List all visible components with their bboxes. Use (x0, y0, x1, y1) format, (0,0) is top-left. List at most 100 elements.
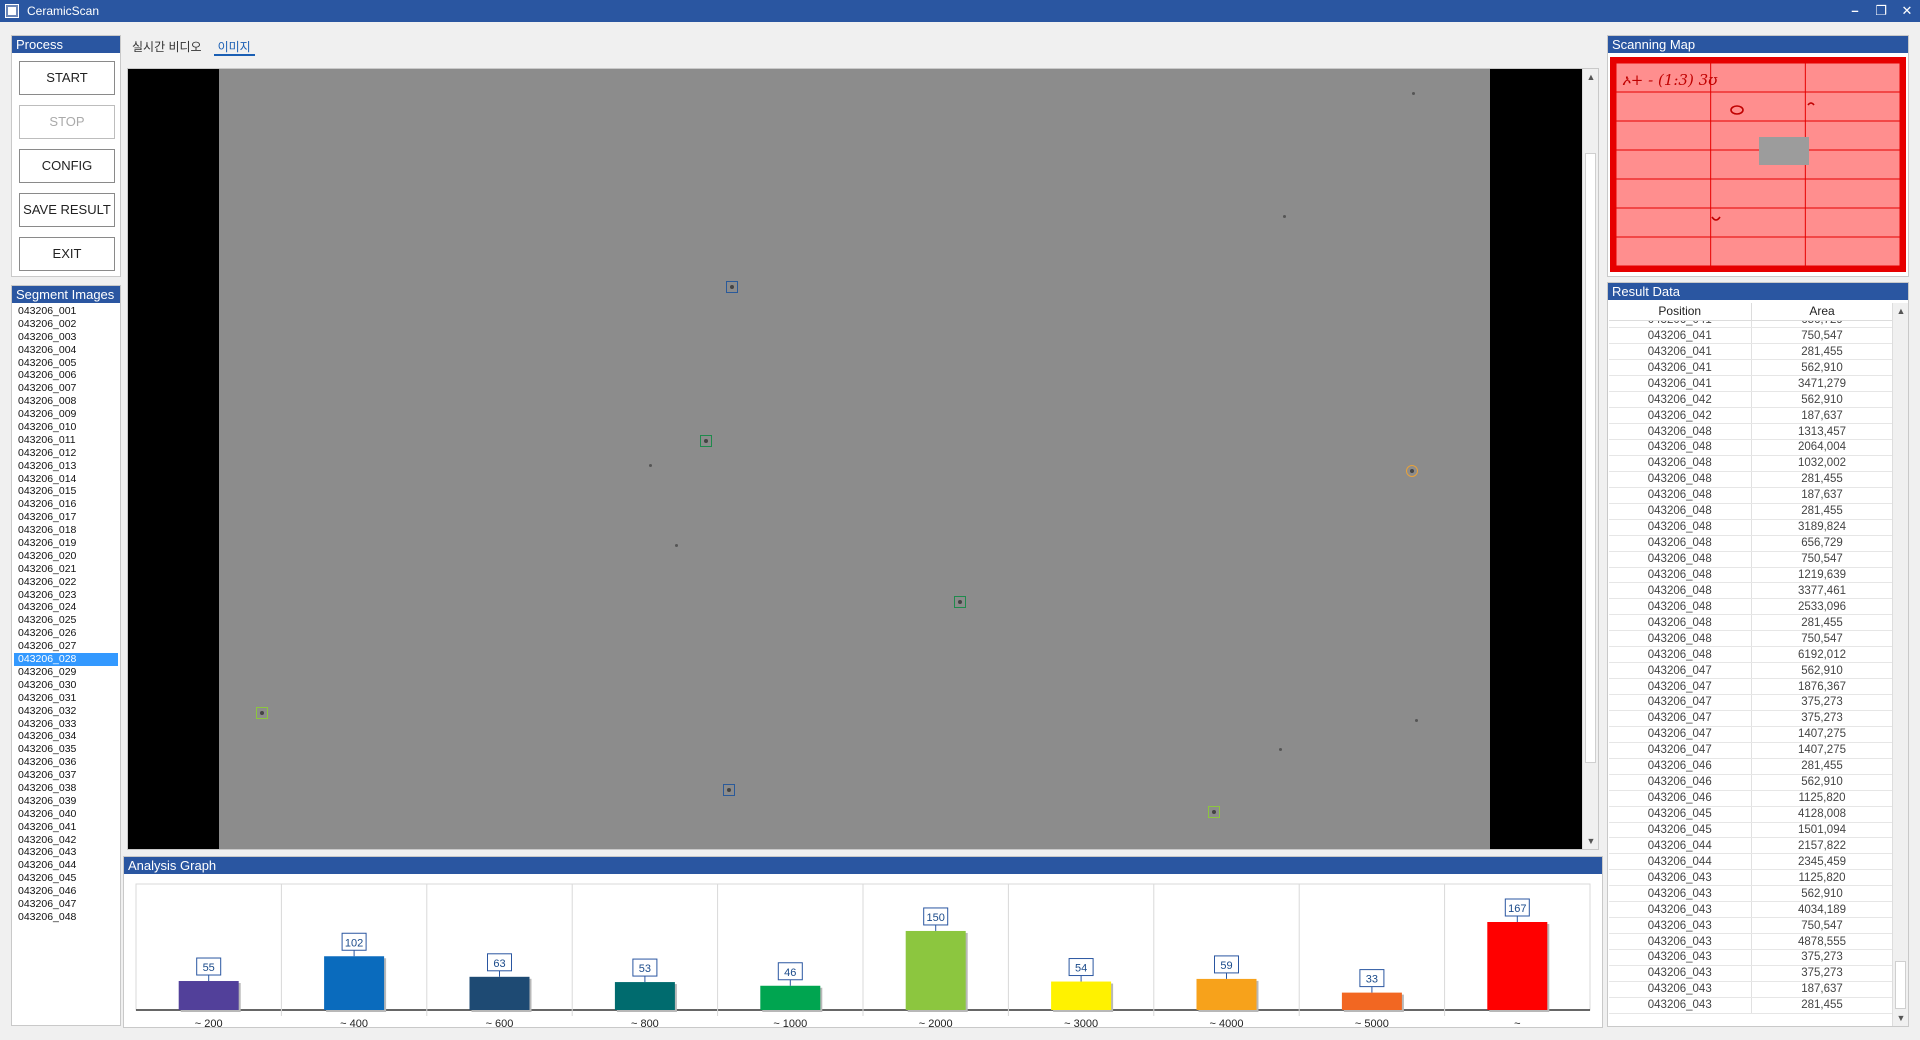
segment-list-item[interactable]: 043206_027 (14, 640, 118, 653)
table-row[interactable]: 043206_041 750,547 (1609, 327, 1893, 345)
defect-marker[interactable] (1406, 465, 1418, 477)
segment-list-item[interactable]: 043206_005 (14, 357, 118, 370)
table-row[interactable]: 043206_048 2533,096 (1609, 598, 1893, 616)
tab-live-video[interactable]: 실시간 비디오 (128, 34, 206, 56)
table-row[interactable]: 043206_042 562,910 (1609, 391, 1893, 409)
segment-list-item[interactable]: 043206_042 (14, 834, 118, 847)
segment-list-item[interactable]: 043206_014 (14, 473, 118, 486)
segment-list-item[interactable]: 043206_026 (14, 627, 118, 640)
bar[interactable] (614, 982, 675, 1010)
bar[interactable] (1341, 992, 1402, 1010)
table-row[interactable]: 043206_048 2064,004 (1609, 439, 1893, 456)
defect-marker[interactable] (726, 281, 738, 293)
table-row[interactable]: 043206_045 4128,008 (1609, 806, 1893, 823)
table-row[interactable]: 043206_043 750,547 (1609, 917, 1893, 935)
segment-list-item[interactable]: 043206_033 (14, 718, 118, 731)
table-row[interactable]: 043206_046 562,910 (1609, 774, 1893, 791)
restore-icon[interactable]: ❐ (1868, 0, 1894, 22)
tab-image[interactable]: 이미지 (213, 34, 255, 56)
segment-list-item[interactable]: 043206_017 (14, 511, 118, 524)
segment-list-item[interactable]: 043206_020 (14, 550, 118, 563)
table-row[interactable]: 043206_048 3377,461 (1609, 582, 1893, 600)
segment-list-item[interactable]: 043206_007 (14, 382, 118, 395)
exit-button[interactable]: EXIT (19, 237, 115, 271)
segment-list-item[interactable]: 043206_041 (14, 821, 118, 834)
scroll-up-icon[interactable]: ▲ (1893, 303, 1909, 319)
segment-list-item[interactable]: 043206_047 (14, 898, 118, 911)
table-row[interactable]: 043206_048 281,455 (1609, 503, 1893, 520)
table-row[interactable]: 043206_046 281,455 (1609, 758, 1893, 775)
table-row[interactable]: 043206_047 1407,275 (1609, 726, 1893, 743)
bar[interactable] (1051, 981, 1112, 1010)
segment-list-item[interactable]: 043206_003 (14, 331, 118, 344)
segment-list-item[interactable]: 043206_001 (14, 305, 118, 318)
table-row[interactable]: 043206_048 1219,639 (1609, 567, 1893, 584)
table-row[interactable]: 043206_044 2157,822 (1609, 837, 1893, 855)
table-row[interactable]: 043206_043 375,273 (1609, 949, 1893, 966)
segment-list-item[interactable]: 043206_025 (14, 614, 118, 627)
segment-list-item[interactable]: 043206_031 (14, 692, 118, 705)
segment-list-item[interactable]: 043206_044 (14, 859, 118, 872)
segment-list-item[interactable]: 043206_045 (14, 872, 118, 885)
segment-list-item[interactable]: 043206_048 (14, 911, 118, 924)
table-row[interactable]: 043206_042 187,637 (1609, 407, 1893, 425)
image-scrollbar[interactable]: ▲ ▼ (1582, 69, 1598, 849)
table-row[interactable]: 043206_041 562,910 (1609, 359, 1893, 377)
table-row[interactable]: 043206_041656,729 (1609, 321, 1893, 329)
defect-marker[interactable] (256, 707, 268, 719)
table-row[interactable]: 043206_041 281,455 (1609, 343, 1893, 361)
stop-button[interactable]: STOP (19, 105, 115, 139)
table-row[interactable]: 043206_043 4878,555 (1609, 933, 1893, 950)
bar[interactable] (905, 930, 966, 1010)
segment-list-item[interactable]: 043206_039 (14, 795, 118, 808)
table-row[interactable]: 043206_048 3189,824 (1609, 519, 1893, 536)
segment-list-item[interactable]: 043206_046 (14, 885, 118, 898)
table-row[interactable]: 043206_043 187,637 (1609, 981, 1893, 998)
segment-list-item[interactable]: 043206_010 (14, 421, 118, 434)
scroll-thumb[interactable] (1585, 153, 1596, 763)
segment-list-item[interactable]: 043206_038 (14, 782, 118, 795)
bar[interactable] (178, 981, 239, 1010)
scroll-down-icon[interactable]: ▼ (1893, 1010, 1909, 1026)
start-button[interactable]: START (19, 61, 115, 95)
scroll-up-icon[interactable]: ▲ (1583, 69, 1599, 85)
table-row[interactable]: 043206_048 6192,012 (1609, 646, 1893, 664)
segment-list-item[interactable]: 043206_018 (14, 524, 118, 537)
table-row[interactable]: 043206_043 562,910 (1609, 885, 1893, 903)
close-icon[interactable]: ✕ (1894, 0, 1920, 22)
table-row[interactable]: 043206_043 281,455 (1609, 997, 1893, 1014)
bar[interactable] (1196, 978, 1257, 1010)
table-row[interactable]: 043206_043 375,273 (1609, 965, 1893, 982)
segment-list-item[interactable]: 043206_035 (14, 743, 118, 756)
table-row[interactable]: 043206_048 1313,457 (1609, 423, 1893, 440)
table-row[interactable]: 043206_048 281,455 (1609, 471, 1893, 488)
segment-list-item[interactable]: 043206_034 (14, 730, 118, 743)
segment-list-item[interactable]: 043206_023 (14, 589, 118, 602)
table-row[interactable]: 043206_045 1501,094 (1609, 822, 1893, 839)
table-row[interactable]: 043206_048 750,547 (1609, 630, 1893, 648)
table-row[interactable]: 043206_047 562,910 (1609, 662, 1893, 680)
segment-list-item[interactable]: 043206_043 (14, 846, 118, 859)
table-row[interactable]: 043206_044 2345,459 (1609, 853, 1893, 871)
segment-list-item[interactable]: 043206_011 (14, 434, 118, 447)
column-header-area[interactable]: Area (1751, 303, 1894, 321)
segment-list-item[interactable]: 043206_032 (14, 705, 118, 718)
segment-list-item[interactable]: 043206_037 (14, 769, 118, 782)
defect-marker[interactable] (723, 784, 735, 796)
segment-list-item[interactable]: 043206_006 (14, 369, 118, 382)
config-button[interactable]: CONFIG (19, 149, 115, 183)
table-row[interactable]: 043206_048 187,637 (1609, 487, 1893, 504)
defect-marker[interactable] (1208, 806, 1220, 818)
table-row[interactable]: 043206_047 1876,367 (1609, 678, 1893, 695)
table-row[interactable]: 043206_047 1407,275 (1609, 742, 1893, 759)
table-row[interactable]: 043206_046 1125,820 (1609, 790, 1893, 807)
table-row[interactable]: 043206_047 375,273 (1609, 694, 1893, 711)
table-row[interactable]: 043206_043 1125,820 (1609, 869, 1893, 887)
table-row[interactable]: 043206_048 656,729 (1609, 535, 1893, 552)
save-result-button[interactable]: SAVE RESULT (19, 193, 115, 227)
scan-image[interactable] (128, 69, 1583, 849)
segment-list-item[interactable]: 043206_028 (14, 653, 118, 666)
segment-list-item[interactable]: 043206_008 (14, 395, 118, 408)
segment-list-item[interactable]: 043206_040 (14, 808, 118, 821)
segment-list-item[interactable]: 043206_004 (14, 344, 118, 357)
